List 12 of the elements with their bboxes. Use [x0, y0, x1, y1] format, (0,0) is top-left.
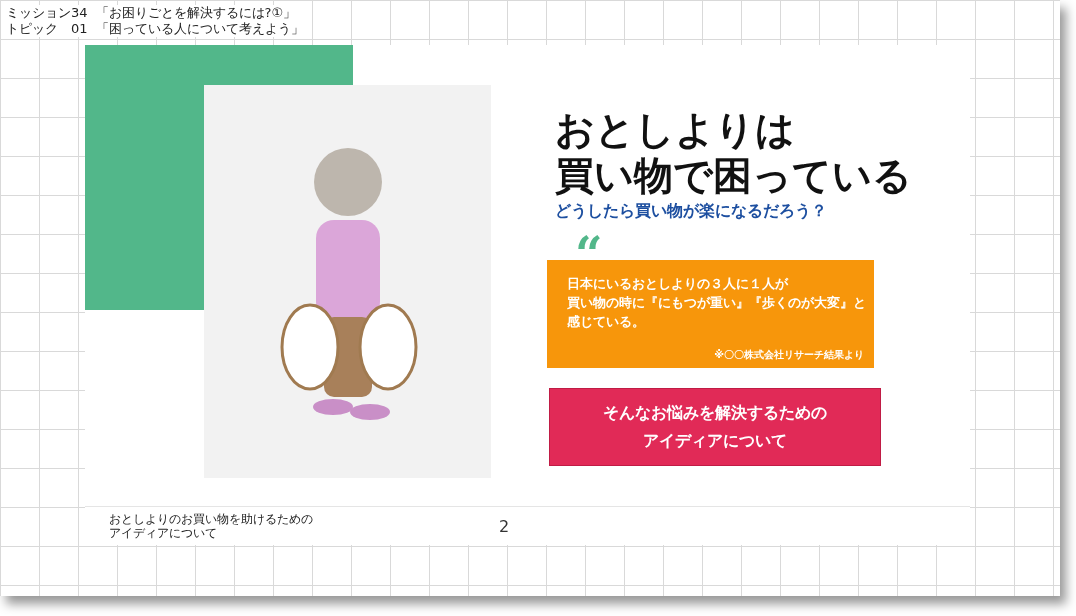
idea-button[interactable]: そんなお悩みを解決するための アイディアについて: [549, 388, 881, 466]
slide-title: おとしよりは 買い物で困っている: [555, 107, 912, 199]
quote-text: 日本にいるおとしよりの３人に１人が 買い物の時に『にもつが重い』『歩くのが大変』と 感じている。: [567, 275, 864, 331]
quote-mark: “: [575, 230, 603, 278]
header-title: 「お困りごとを解決するには?①」: [95, 5, 297, 21]
header-label: トピック 01: [6, 21, 88, 37]
header-title: 「困っている人について考えよう」: [95, 21, 304, 37]
slide-subtitle: どうしたら買い物が楽になるだろう？: [555, 201, 827, 222]
header-label: ミッション34: [6, 5, 88, 21]
footer-text: おとしよりのお買い物を助けるための アイディアについて: [109, 512, 314, 540]
page-number: 2: [499, 516, 510, 536]
quote-source: ※〇〇株式会社リサーチ結果より: [714, 348, 864, 362]
